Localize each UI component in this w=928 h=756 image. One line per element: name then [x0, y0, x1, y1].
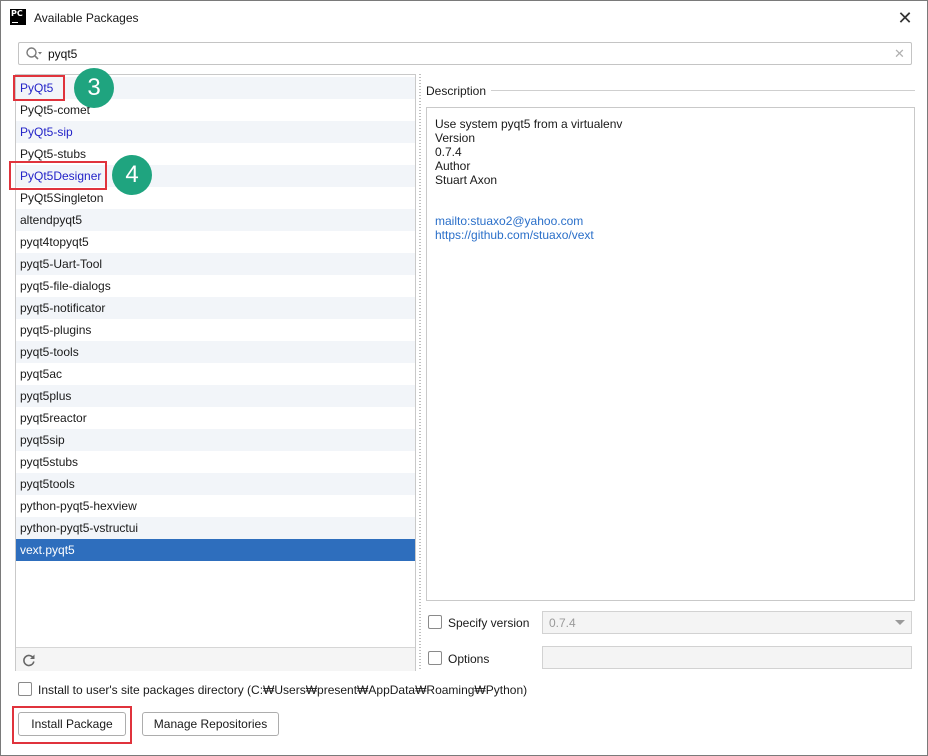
package-list-item[interactable]: pyqt5reactor	[16, 407, 415, 429]
description-text-2: 0.7.4	[435, 145, 462, 159]
options-label: Options	[448, 652, 490, 666]
package-list-item[interactable]: python-pyqt5-vstructui	[16, 517, 415, 539]
refresh-icon[interactable]	[22, 653, 36, 667]
package-list-item[interactable]: pyqt5tools	[16, 473, 415, 495]
package-list-item[interactable]: python-pyqt5-hexview	[16, 495, 415, 517]
close-button[interactable]: ✕	[891, 5, 919, 31]
package-list-item[interactable]: pyqt4topyqt5	[16, 231, 415, 253]
panel-splitter[interactable]	[417, 74, 423, 671]
app-icon-text: PC	[11, 9, 23, 18]
specify-version-label: Specify version	[448, 616, 530, 630]
description-separator	[491, 90, 915, 91]
chevron-down-icon	[895, 620, 905, 625]
close-icon: ✕	[897, 7, 913, 28]
window-title: Available Packages	[34, 11, 139, 25]
search-icon[interactable]	[25, 46, 43, 62]
package-list[interactable]: PyQt5 PyQt5-comet PyQt5-sip PyQt5-stubs PyQt…	[16, 77, 415, 561]
search-input[interactable]	[48, 45, 868, 62]
annotation-highlight-pyqt5designer	[9, 161, 107, 190]
package-list-item[interactable]: altendpyqt5	[16, 209, 415, 231]
list-toolbar	[16, 647, 415, 671]
package-list-item[interactable]: PyQt5-sip	[16, 121, 415, 143]
specify-version-checkbox[interactable]	[428, 615, 442, 629]
description-text-1: Version	[435, 131, 476, 145]
description-panel: Use system pyqt5 from a virtualenv Versi…	[426, 107, 915, 601]
options-checkbox[interactable]	[428, 651, 442, 665]
annotation-highlight-install-button	[12, 706, 132, 744]
version-select-value: 0.7.4	[549, 616, 576, 630]
title-bar: PC Available Packages ✕	[1, 1, 927, 35]
manage-repositories-button[interactable]: Manage Repositories	[142, 712, 279, 736]
package-list-item[interactable]: pyqt5-notificator	[16, 297, 415, 319]
package-list-item[interactable]: pyqt5sip	[16, 429, 415, 451]
available-packages-dialog: PC Available Packages ✕ ✕ PyQt5PyQt5-com…	[0, 0, 928, 756]
author-email-link[interactable]: mailto:stuaxo2@yahoo.com	[435, 214, 906, 228]
clear-search-icon[interactable]: ✕	[894, 46, 905, 62]
package-list-item[interactable]: pyqt5-plugins	[16, 319, 415, 341]
package-list-item[interactable]: pyqt5-file-dialogs	[16, 275, 415, 297]
version-select[interactable]: 0.7.4	[542, 611, 912, 634]
homepage-link[interactable]: https://github.com/stuaxo/vext	[435, 228, 906, 242]
package-list-item[interactable]: pyqt5plus	[16, 385, 415, 407]
package-list-item[interactable]: pyqt5stubs	[16, 451, 415, 473]
install-user-site-label: Install to user's site packages director…	[38, 683, 528, 697]
package-list-item[interactable]: pyqt5-tools	[16, 341, 415, 363]
annotation-highlight-pyqt5	[13, 75, 65, 101]
package-list-item[interactable]: pyqt5ac	[16, 363, 415, 385]
pycharm-app-icon: PC	[10, 9, 26, 25]
install-user-site-checkbox[interactable]	[18, 682, 32, 696]
package-list-item[interactable]: vext.pyqt5	[16, 539, 415, 561]
description-label: Description	[426, 84, 487, 98]
description-text-4: Stuart Axon	[435, 173, 498, 187]
package-list-item[interactable]: PyQt5Singleton	[16, 187, 415, 209]
search-field[interactable]: ✕	[18, 42, 912, 65]
package-list-item[interactable]: pyqt5-Uart-Tool	[16, 253, 415, 275]
annotation-badge-4: 4	[112, 155, 152, 195]
description-text-0: Use system pyqt5 from a virtualenv	[435, 117, 623, 131]
package-list-item[interactable]: PyQt5-comet	[16, 99, 415, 121]
options-input[interactable]	[542, 646, 912, 669]
annotation-badge-3: 3	[74, 68, 114, 108]
description-text-3: Author	[435, 159, 471, 173]
